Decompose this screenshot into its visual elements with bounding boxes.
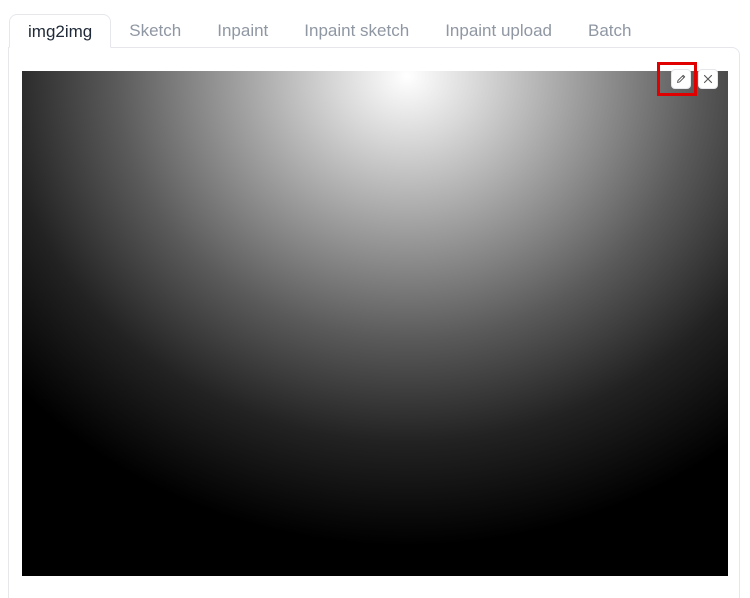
input-image[interactable] bbox=[22, 71, 728, 576]
clear-image-button[interactable] bbox=[698, 69, 718, 89]
tab-bar: img2img Sketch Inpaint Inpaint sketch In… bbox=[9, 14, 650, 48]
tab-inpaint-sketch[interactable]: Inpaint sketch bbox=[286, 14, 427, 48]
pencil-icon bbox=[677, 74, 686, 83]
tab-batch[interactable]: Batch bbox=[570, 14, 649, 48]
tab-sketch[interactable]: Sketch bbox=[111, 14, 199, 48]
img2img-interface: img2img Sketch Inpaint Inpaint sketch In… bbox=[0, 0, 750, 598]
tab-img2img[interactable]: img2img bbox=[9, 14, 112, 48]
close-icon bbox=[703, 74, 713, 84]
tab-inpaint[interactable]: Inpaint bbox=[199, 14, 286, 48]
tab-inpaint-upload[interactable]: Inpaint upload bbox=[427, 14, 570, 48]
edit-image-button[interactable] bbox=[671, 69, 691, 89]
